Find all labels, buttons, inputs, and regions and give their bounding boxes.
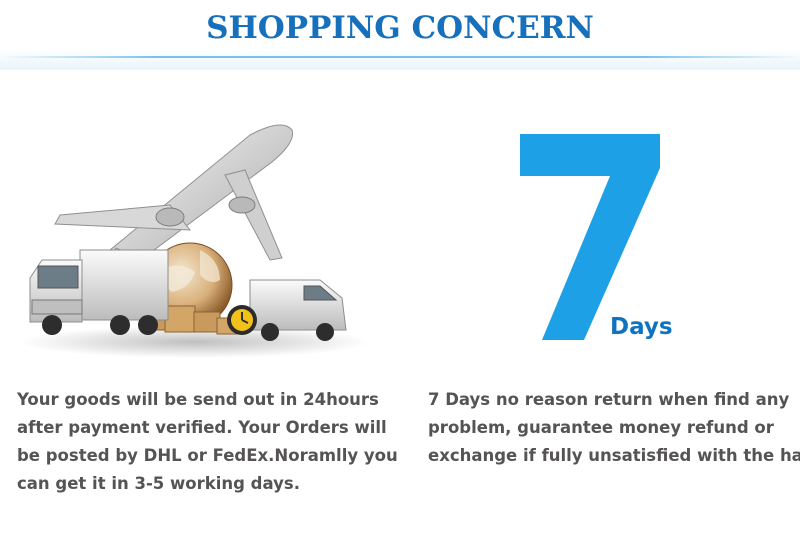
returns-line: exchange if fully unsatisfied with the h… <box>428 446 800 465</box>
returns-line: problem, guarantee money refund or <box>428 418 774 437</box>
shipping-line: can get it in 3-5 working days. <box>17 474 300 493</box>
page-title: SHOPPING CONCERN <box>206 10 594 46</box>
header-divider <box>0 56 800 58</box>
returns-line: 7 Days no reason return when find any <box>428 390 790 409</box>
shipping-line: Your goods will be send out in 24hours <box>17 390 379 409</box>
returns-description: 7 Days no reason return when find any pr… <box>428 386 800 470</box>
shipping-line: be posted by DHL or FedEx.Noramlly you <box>17 446 398 465</box>
shipping-plane-truck-globe-icon <box>20 124 370 358</box>
days-label: Days <box>610 314 673 340</box>
shipping-description: Your goods will be send out in 24hours a… <box>17 386 407 498</box>
shipping-line: after payment verified. Your Orders will <box>17 418 387 437</box>
header-banner: SHOPPING CONCERN <box>0 0 800 70</box>
